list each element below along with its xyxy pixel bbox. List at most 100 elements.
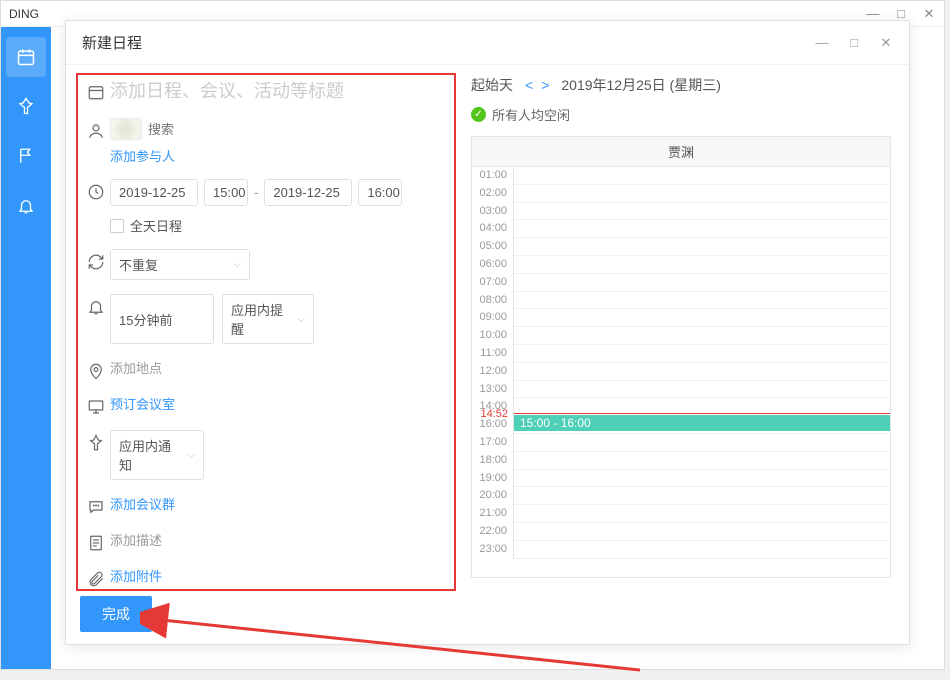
sidebar-bell-icon[interactable] xyxy=(15,195,37,217)
hour-label: 23:00 xyxy=(472,541,514,559)
hour-label: 18:00 xyxy=(472,452,514,470)
hour-cell[interactable] xyxy=(514,345,890,363)
notify-type-value: 应用内通知 xyxy=(119,436,179,474)
hour-cell[interactable] xyxy=(514,203,890,221)
hour-label: 21:00 xyxy=(472,505,514,523)
now-line xyxy=(514,413,890,414)
hour-row: 03:00 xyxy=(472,203,890,221)
hour-label: 04:00 xyxy=(472,220,514,238)
hour-row: 06:00 xyxy=(472,256,890,274)
person-column-header: 贾渊 xyxy=(472,137,890,167)
start-day-label: 起始天 xyxy=(471,75,513,95)
event-block[interactable]: 15:00 - 16:00 xyxy=(514,415,890,431)
hour-row: 12:00 xyxy=(472,363,890,381)
reminder-before-select[interactable]: 15分钟前 xyxy=(110,294,214,344)
hour-label: 05:00 xyxy=(472,238,514,256)
hour-row: 11:00 xyxy=(472,345,890,363)
repeat-select-value: 不重复 xyxy=(119,255,158,274)
hour-cell[interactable] xyxy=(514,185,890,203)
hour-label: 22:00 xyxy=(472,523,514,541)
close-button[interactable]: ✕ xyxy=(922,6,936,22)
hour-label: 08:00 xyxy=(472,292,514,310)
hour-label: 10:00 xyxy=(472,327,514,345)
start-date-input[interactable]: 2019-12-25 xyxy=(110,179,198,206)
dialog-header: 新建日程 — □ ✕ xyxy=(66,21,909,65)
date-separator: - xyxy=(254,185,258,200)
reminder-type-value: 应用内提醒 xyxy=(231,300,289,338)
hour-row: 07:00 xyxy=(472,274,890,292)
end-date-input[interactable]: 2019-12-25 xyxy=(264,179,352,206)
hour-cell[interactable] xyxy=(514,434,890,452)
hour-label: 09:00 xyxy=(472,309,514,327)
add-group-link[interactable]: 添加会议群 xyxy=(110,494,175,513)
hour-label: 17:00 xyxy=(472,434,514,452)
hour-row: 09:00 xyxy=(472,309,890,327)
hour-label: 20:00 xyxy=(472,487,514,505)
sidebar-flag-icon[interactable] xyxy=(15,145,37,167)
all-day-checkbox[interactable] xyxy=(110,219,124,233)
add-participant-link[interactable]: 添加参与人 xyxy=(110,146,175,165)
event-title-input[interactable] xyxy=(110,79,446,104)
chat-icon xyxy=(82,494,110,516)
hour-cell[interactable] xyxy=(514,523,890,541)
hour-cell[interactable] xyxy=(514,220,890,238)
add-attachment-link[interactable]: 添加附件 xyxy=(110,566,162,585)
hour-label: 06:00 xyxy=(472,256,514,274)
hour-cell[interactable] xyxy=(514,292,890,310)
doc-icon xyxy=(82,530,110,552)
hour-label: 13:00 xyxy=(472,381,514,399)
repeat-select[interactable]: 不重复 ⌵ xyxy=(110,249,250,280)
dialog-minimize-button[interactable]: — xyxy=(815,35,829,51)
hour-cell[interactable] xyxy=(514,309,890,327)
end-time-input[interactable]: 16:00 xyxy=(358,179,402,206)
person-icon xyxy=(82,118,110,140)
hour-cell[interactable] xyxy=(514,487,890,505)
sidebar-pin-icon[interactable] xyxy=(15,95,37,117)
calendar-icon xyxy=(82,79,110,101)
hour-label: 19:00 xyxy=(472,470,514,488)
hour-row: 22:00 xyxy=(472,523,890,541)
hour-cell[interactable] xyxy=(514,452,890,470)
hour-cell[interactable] xyxy=(514,274,890,292)
hour-cell[interactable] xyxy=(514,327,890,345)
hour-label: 12:00 xyxy=(472,363,514,381)
hour-row: 20:00 xyxy=(472,487,890,505)
hour-cell[interactable] xyxy=(514,381,890,399)
dialog-maximize-button[interactable]: □ xyxy=(847,35,861,51)
hour-cell[interactable] xyxy=(514,238,890,256)
prev-day-button[interactable]: < xyxy=(523,77,535,93)
hour-cell[interactable] xyxy=(514,167,890,185)
hour-row: 08:00 xyxy=(472,292,890,310)
complete-button[interactable]: 完成 xyxy=(80,596,152,632)
calendar-column: 起始天 < > 2019年12月25日 (星期三) ✓ 所有人均空闲 贾渊 01… xyxy=(461,65,909,644)
description-input[interactable]: 添加描述 xyxy=(110,533,162,548)
hour-cell[interactable] xyxy=(514,541,890,559)
book-room-link[interactable]: 预订会议室 xyxy=(110,394,175,413)
location-icon xyxy=(82,358,110,380)
location-input[interactable]: 添加地点 xyxy=(110,361,162,376)
hour-cell[interactable] xyxy=(514,470,890,488)
calendar-grid: 贾渊 01:0002:0003:0004:0005:0006:0007:0008… xyxy=(471,136,891,578)
bell-icon xyxy=(82,294,110,316)
hour-cell[interactable] xyxy=(514,256,890,274)
hour-label: 07:00 xyxy=(472,274,514,292)
dialog-close-button[interactable]: ✕ xyxy=(879,35,893,51)
hour-row: 04:00 xyxy=(472,220,890,238)
hour-row: 13:00 xyxy=(472,381,890,399)
reminder-type-select[interactable]: 应用内提醒 ⌵ xyxy=(222,294,314,344)
participant-avatar[interactable] xyxy=(110,118,142,140)
hour-cell[interactable] xyxy=(514,363,890,381)
hour-row: 02:00 xyxy=(472,185,890,203)
monitor-icon xyxy=(82,394,110,416)
hour-cell[interactable] xyxy=(514,505,890,523)
notify-type-select[interactable]: 应用内通知 ⌵ xyxy=(110,430,204,480)
form-highlight-box: 添加参与人 2019-12-25 15:00 - 2019-12-25 xyxy=(76,73,456,591)
sidebar-calendar-icon[interactable] xyxy=(6,37,46,77)
hour-label: 03:00 xyxy=(472,203,514,221)
start-time-input[interactable]: 15:00 xyxy=(204,179,248,206)
hour-row: 05:00 xyxy=(472,238,890,256)
hour-row: 10:00 xyxy=(472,327,890,345)
participant-search-input[interactable] xyxy=(148,122,446,137)
next-day-button[interactable]: > xyxy=(539,77,551,93)
hour-grid[interactable]: 01:0002:0003:0004:0005:0006:0007:0008:00… xyxy=(472,167,890,577)
